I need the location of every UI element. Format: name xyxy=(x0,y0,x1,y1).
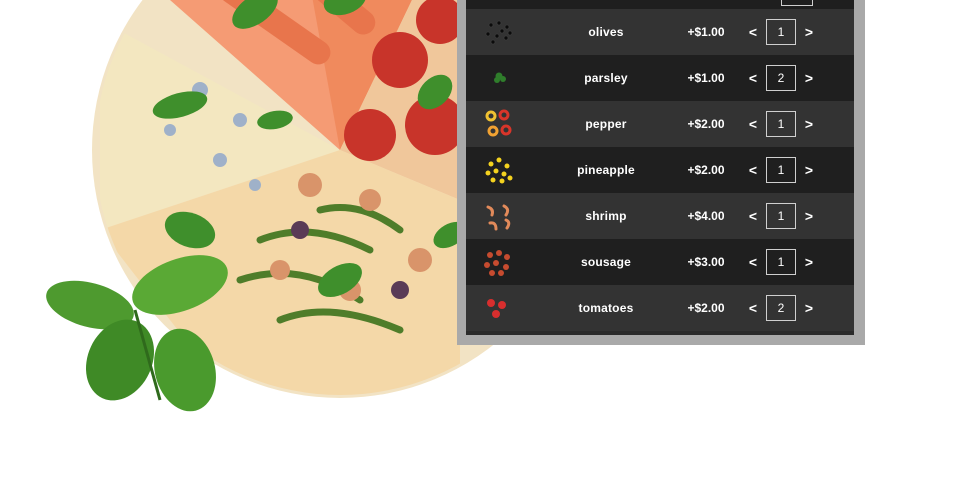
topping-row-shrimp: shrimp +$4.00 < 1 > xyxy=(466,193,854,239)
decrement-button[interactable]: < xyxy=(746,208,760,224)
decrement-button[interactable]: < xyxy=(746,254,760,270)
pineapple-icon xyxy=(466,147,536,193)
topping-row-tomatoes: tomatoes +$2.00 < 2 > xyxy=(466,285,854,331)
quantity-field[interactable]: 1 xyxy=(766,157,796,183)
topping-name: sousage xyxy=(580,255,632,269)
topping-price: +$3.00 xyxy=(687,255,725,269)
decrement-button[interactable]: < xyxy=(746,116,760,132)
decrement-button[interactable]: < xyxy=(746,300,760,316)
increment-button[interactable]: > xyxy=(802,70,816,86)
quantity-field[interactable]: 1 xyxy=(766,19,796,45)
topping-price: +$1.00 xyxy=(687,71,725,85)
increment-button[interactable]: > xyxy=(802,208,816,224)
quantity-field[interactable]: 1 xyxy=(766,249,796,275)
quantity-stepper: < 1 > xyxy=(736,157,826,183)
olives-icon xyxy=(466,9,536,55)
toppings-panel: olives +$1.00 < 1 > parsley +$1.00 < 2 > xyxy=(466,0,854,335)
increment-button[interactable]: > xyxy=(802,162,816,178)
quantity-field[interactable]: 1 xyxy=(766,111,796,137)
topping-price: +$1.00 xyxy=(687,25,725,39)
increment-button[interactable]: > xyxy=(802,24,816,40)
topping-price: +$2.00 xyxy=(687,301,725,315)
topping-name: shrimp xyxy=(585,209,627,223)
quantity-stepper: < 2 > xyxy=(736,295,826,321)
quantity-field[interactable]: 2 xyxy=(766,295,796,321)
topping-name: tomatoes xyxy=(578,301,634,315)
quantity-stepper: < 2 > xyxy=(736,65,826,91)
shrimp-icon xyxy=(466,193,536,239)
pepper-icon xyxy=(466,101,536,147)
parsley-icon xyxy=(466,55,536,101)
decrement-button[interactable]: < xyxy=(746,162,760,178)
topping-name: parsley xyxy=(584,71,628,85)
topping-row-pineapple: pineapple +$2.00 < 1 > xyxy=(466,147,854,193)
topping-name: pineapple xyxy=(577,163,635,177)
topping-row-sousage: sousage +$3.00 < 1 > xyxy=(466,239,854,285)
quantity-field[interactable]: 2 xyxy=(766,65,796,91)
tomatoes-icon xyxy=(466,285,536,331)
previous-row-fragment xyxy=(466,0,854,9)
topping-row-parsley: parsley +$1.00 < 2 > xyxy=(466,55,854,101)
quantity-stepper: < 1 > xyxy=(736,19,826,45)
quantity-field[interactable]: 1 xyxy=(766,203,796,229)
decrement-button[interactable]: < xyxy=(746,24,760,40)
quantity-box-fragment xyxy=(781,0,813,6)
quantity-stepper: < 1 > xyxy=(736,249,826,275)
topping-row-pepper: pepper +$2.00 < 1 > xyxy=(466,101,854,147)
increment-button[interactable]: > xyxy=(802,254,816,270)
increment-button[interactable]: > xyxy=(802,116,816,132)
topping-price: +$4.00 xyxy=(687,209,725,223)
increment-button[interactable]: > xyxy=(802,300,816,316)
topping-name: pepper xyxy=(585,117,627,131)
topping-name: olives xyxy=(588,25,624,39)
quantity-stepper: < 1 > xyxy=(736,203,826,229)
pizza-illustration xyxy=(46,0,510,412)
decrement-button[interactable]: < xyxy=(746,70,760,86)
topping-row-olives: olives +$1.00 < 1 > xyxy=(466,9,854,55)
topping-price: +$2.00 xyxy=(687,163,725,177)
quantity-stepper: < 1 > xyxy=(736,111,826,137)
sausage-icon xyxy=(466,239,536,285)
topping-price: +$2.00 xyxy=(687,117,725,131)
